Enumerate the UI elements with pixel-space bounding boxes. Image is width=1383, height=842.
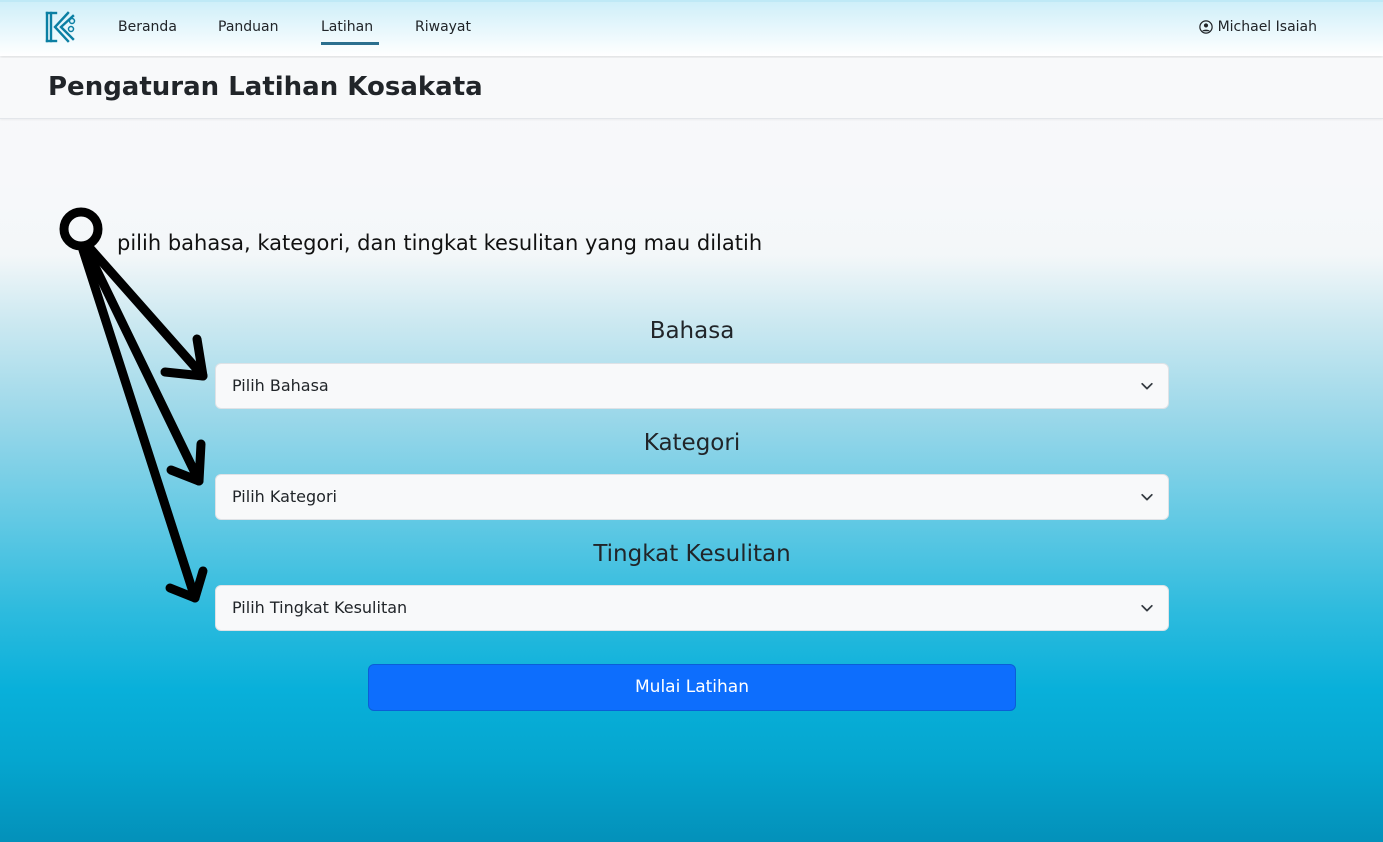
user-menu[interactable]: Michael Isaiah: [1198, 19, 1317, 35]
arrow-to-category: [81, 243, 204, 486]
chevron-down-icon: [1141, 604, 1153, 612]
category-select-value: Pilih Kategori: [232, 487, 337, 506]
arrowhead-difficulty: [165, 566, 208, 603]
chevron-down-icon: [1141, 382, 1153, 390]
user-circle-icon: [1198, 20, 1213, 34]
arrow-to-difficulty: [78, 245, 200, 603]
start-exercise-button[interactable]: Mulai Latihan: [368, 664, 1016, 711]
arrowhead-category: [166, 439, 206, 486]
chevron-down-icon: [1141, 493, 1153, 501]
difficulty-select-value: Pilih Tingkat Kesulitan: [232, 598, 408, 617]
page-title: Pengaturan Latihan Kosakata: [48, 72, 483, 102]
difficulty-label: Tingkat Kesulitan: [593, 541, 791, 567]
nav-link-panduan[interactable]: Panduan: [218, 19, 278, 35]
top-navbar: Beranda Panduan Latihan Riwayat Michael …: [0, 0, 1383, 56]
page-header: Pengaturan Latihan Kosakata: [0, 58, 1383, 119]
nav-link-latihan[interactable]: Latihan: [321, 19, 380, 45]
app-logo-icon[interactable]: [44, 10, 78, 44]
annotation-text: pilih bahasa, kategori, dan tingkat kesu…: [117, 231, 763, 255]
language-label: Bahasa: [649, 318, 735, 344]
language-select[interactable]: Pilih Bahasa: [215, 363, 1169, 409]
nav-link-beranda[interactable]: Beranda: [118, 19, 177, 35]
arrow-to-language: [83, 241, 208, 381]
annotation-circle: [59, 207, 103, 251]
arrowhead-language: [160, 334, 208, 381]
user-name: Michael Isaiah: [1217, 19, 1317, 35]
category-label: Kategori: [643, 430, 741, 456]
language-select-value: Pilih Bahasa: [232, 376, 329, 395]
difficulty-select[interactable]: Pilih Tingkat Kesulitan: [215, 585, 1169, 631]
category-select[interactable]: Pilih Kategori: [215, 474, 1169, 520]
nav-link-riwayat[interactable]: Riwayat: [415, 19, 471, 35]
annotation-arrows: [59, 207, 208, 603]
